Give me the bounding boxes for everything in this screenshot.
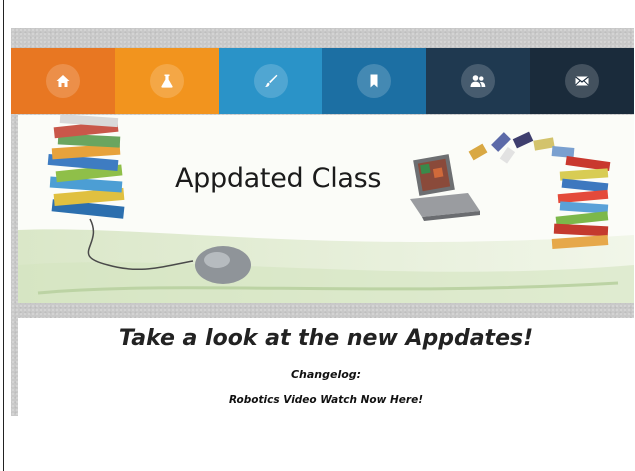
nav-tab-science[interactable]	[114, 48, 219, 114]
nav-tab-art[interactable]	[218, 48, 323, 114]
mail-icon	[565, 64, 600, 98]
nav-tab-contact[interactable]	[530, 48, 634, 114]
content-panel: Take a look at the new Appdates! Changel…	[18, 318, 634, 416]
nav-tab-home[interactable]	[11, 48, 115, 114]
banner-title: Appdated Class	[175, 163, 382, 194]
bookmark-icon	[357, 64, 392, 98]
home-icon	[45, 64, 80, 98]
page-headline: Take a look at the new Appdates!	[118, 326, 534, 351]
page-frame: Appdated Class Take a look at the new Ap…	[11, 28, 634, 416]
brush-icon	[253, 64, 288, 98]
nav-tab-people[interactable]	[426, 48, 531, 114]
page-left-rule	[3, 0, 4, 471]
users-icon	[461, 64, 496, 98]
banner-illustration	[18, 115, 634, 303]
nav-tab-bookmarks[interactable]	[322, 48, 427, 114]
header-banner: Appdated Class	[18, 115, 634, 303]
changelog-label: Changelog:	[290, 368, 362, 381]
top-nav	[11, 48, 634, 114]
flask-icon	[149, 64, 184, 98]
robotics-video-link[interactable]: Robotics Video Watch Now Here!	[18, 394, 634, 406]
